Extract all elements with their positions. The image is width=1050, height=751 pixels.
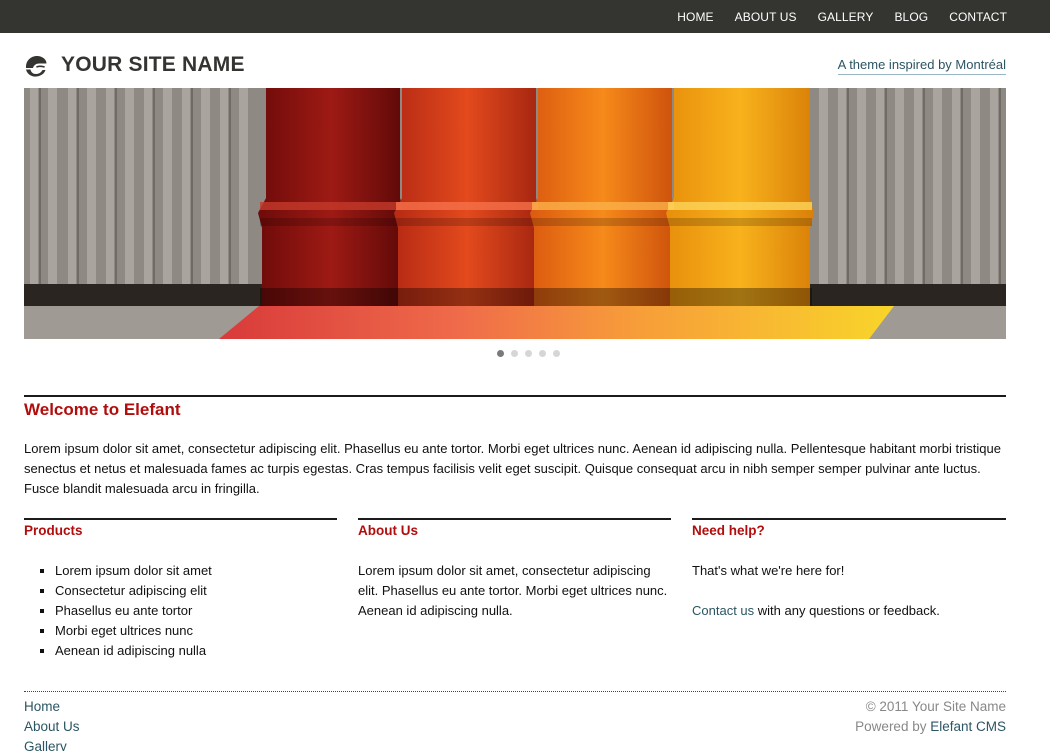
- slide-dot-4[interactable]: [539, 350, 546, 357]
- hero-slideshow[interactable]: [24, 88, 1006, 339]
- elephant-logo-icon[interactable]: [24, 54, 48, 78]
- list-item: Phasellus eu ante tortor: [55, 601, 337, 621]
- nav-about-us[interactable]: ABOUT US: [735, 10, 797, 24]
- products-list: Lorem ipsum dolor sit amet Consectetur a…: [24, 561, 337, 661]
- footer-link-about-us[interactable]: About Us: [24, 717, 80, 737]
- contact-suffix: with any questions or feedback.: [754, 603, 940, 618]
- slide-dot-1[interactable]: [497, 350, 504, 357]
- help-column: Need help? That's what we're here for! C…: [692, 518, 1006, 621]
- site-header: YOUR SITE NAME A theme inspired by Montr…: [24, 50, 1006, 82]
- products-column: Products Lorem ipsum dolor sit amet Cons…: [24, 518, 337, 661]
- footer-credits: © 2011 Your Site Name Powered by Elefant…: [855, 697, 1006, 737]
- elefant-cms-link[interactable]: Elefant CMS: [930, 719, 1006, 734]
- products-title: Products: [24, 523, 83, 538]
- about-column: About Us Lorem ipsum dolor sit amet, con…: [358, 518, 671, 621]
- slide-dot-2[interactable]: [511, 350, 518, 357]
- nav-home[interactable]: HOME: [677, 10, 713, 24]
- site-name[interactable]: YOUR SITE NAME: [61, 53, 245, 77]
- help-title: Need help?: [692, 523, 765, 538]
- about-title: About Us: [358, 523, 418, 538]
- nav-blog[interactable]: BLOG: [894, 10, 928, 24]
- welcome-body: Lorem ipsum dolor sit amet, consectetur …: [24, 441, 1001, 496]
- site-footer: Home About Us Gallery © 2011 Your Site N…: [24, 691, 1006, 751]
- footer-link-home[interactable]: Home: [24, 697, 80, 717]
- powered-prefix: Powered by: [855, 719, 931, 734]
- slideshow-pager: [497, 350, 567, 357]
- contact-us-link[interactable]: Contact us: [692, 603, 754, 618]
- slide-image: [24, 88, 1006, 339]
- list-item: Lorem ipsum dolor sit amet: [55, 561, 337, 581]
- help-line: That's what we're here for!: [692, 563, 845, 578]
- help-contact-line: Contact us with any questions or feedbac…: [692, 601, 1006, 621]
- copyright: © 2011 Your Site Name: [865, 699, 1006, 714]
- welcome-title: Welcome to Elefant: [24, 400, 181, 419]
- footer-links: Home About Us Gallery: [24, 697, 80, 751]
- list-item: Consectetur adipiscing elit: [55, 581, 337, 601]
- footer-link-gallery[interactable]: Gallery: [24, 737, 80, 751]
- about-text: Lorem ipsum dolor sit amet, consectetur …: [358, 563, 668, 618]
- main-nav: HOME ABOUT US GALLERY BLOG CONTACT: [656, 0, 1007, 33]
- powered-by: Powered by Elefant CMS: [855, 717, 1006, 737]
- slide-dot-3[interactable]: [525, 350, 532, 357]
- nav-gallery[interactable]: GALLERY: [818, 10, 874, 24]
- site-tagline: A theme inspired by Montréal: [837, 57, 1006, 75]
- list-item: Morbi eget ultrices nunc: [55, 621, 337, 641]
- slide-dot-5[interactable]: [553, 350, 560, 357]
- nav-contact[interactable]: CONTACT: [949, 10, 1007, 24]
- list-item: Aenean id adipiscing nulla: [55, 641, 337, 661]
- top-navigation-bar: HOME ABOUT US GALLERY BLOG CONTACT: [0, 0, 1050, 33]
- welcome-section: Welcome to Elefant Lorem ipsum dolor sit…: [24, 395, 1006, 499]
